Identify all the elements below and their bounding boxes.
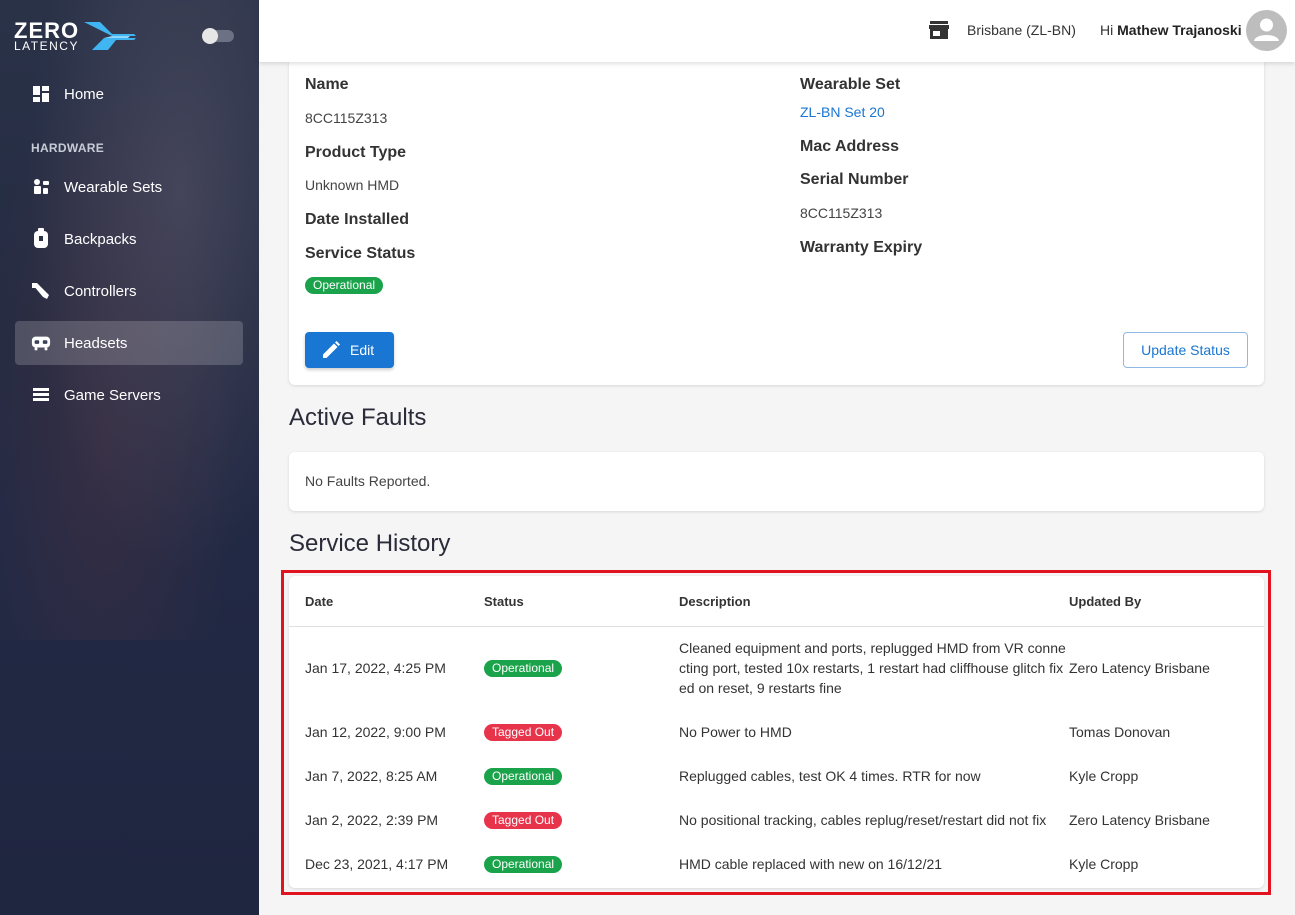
backpack-icon bbox=[31, 228, 51, 249]
sidebar-item-label: Backpacks bbox=[64, 230, 137, 248]
serial-number-label: Serial Number bbox=[800, 171, 909, 188]
column-header-date: Date bbox=[305, 594, 334, 609]
column-header-status: Status bbox=[484, 594, 524, 609]
edit-button[interactable]: Edit bbox=[305, 332, 394, 368]
row-description: No Power to HMD bbox=[679, 724, 792, 740]
column-header-updated-by: Updated By bbox=[1069, 594, 1142, 609]
wearable-set-label: Wearable Set bbox=[800, 76, 901, 93]
row-date: Dec 23, 2021, 4:17 PM bbox=[305, 856, 449, 872]
product-type-value: Unknown HMD bbox=[305, 177, 400, 193]
active-faults-title: Active Faults bbox=[289, 404, 427, 431]
headset-detail-card: Name 8CC115Z313 Product Type Unknown HMD… bbox=[289, 58, 1264, 385]
toggle-knob bbox=[202, 28, 218, 44]
name-label: Name bbox=[305, 76, 349, 93]
name-value: 8CC115Z313 bbox=[305, 110, 388, 126]
location-selector[interactable]: Brisbane (ZL-BN) bbox=[967, 22, 1076, 38]
column-header-description: Description bbox=[679, 594, 751, 609]
sidebar-item-controllers[interactable]: Controllers bbox=[15, 269, 243, 313]
pencil-icon bbox=[322, 341, 340, 359]
user-icon bbox=[1254, 18, 1279, 41]
status-badge: Operational bbox=[484, 660, 563, 677]
nav-section-hardware: HARDWARE bbox=[31, 141, 105, 155]
controller-icon bbox=[31, 281, 51, 301]
row-updated-by: Kyle Cropp bbox=[1069, 768, 1139, 784]
status-badge: Operational bbox=[484, 768, 563, 785]
avatar[interactable] bbox=[1246, 10, 1287, 51]
row-date: Jan 17, 2022, 4:25 PM bbox=[305, 660, 446, 676]
greeting-prefix: Hi bbox=[1100, 22, 1114, 38]
brand-line2: LATENCY bbox=[14, 39, 79, 53]
serial-number-value: 8CC115Z313 bbox=[800, 205, 883, 221]
sidebar-item-backpacks[interactable]: Backpacks bbox=[15, 217, 243, 261]
service-history-title: Service History bbox=[289, 530, 451, 557]
sidebar-item-label: Headsets bbox=[64, 334, 128, 352]
sidebar-item-label: Controllers bbox=[64, 282, 137, 300]
row-updated-by: Zero Latency Brisbane bbox=[1069, 660, 1210, 676]
header-divider bbox=[289, 626, 1264, 627]
sidebar: ZERO LATENCY Home HARDWARE Wearable Sets… bbox=[0, 0, 259, 915]
row-description: HMD cable replaced with new on 16/12/21 bbox=[679, 856, 943, 872]
dashboard-icon bbox=[31, 84, 51, 104]
update-status-button[interactable]: Update Status bbox=[1123, 332, 1248, 368]
date-installed-label: Date Installed bbox=[305, 211, 410, 228]
row-updated-by: Kyle Cropp bbox=[1069, 856, 1139, 872]
status-badge: Tagged Out bbox=[484, 812, 563, 829]
user-greeting: Hi Mathew Trajanoski bbox=[1100, 22, 1242, 38]
active-faults-card: No Faults Reported. bbox=[289, 452, 1264, 511]
user-name: Mathew Trajanoski bbox=[1117, 22, 1242, 38]
product-type-label: Product Type bbox=[305, 144, 407, 161]
sidebar-item-label: Wearable Sets bbox=[64, 178, 163, 196]
top-bar: Brisbane (ZL-BN) Hi Mathew Trajanoski bbox=[259, 0, 1295, 62]
row-date: Jan 2, 2022, 2:39 PM bbox=[305, 812, 439, 828]
row-date: Jan 7, 2022, 8:25 AM bbox=[305, 768, 438, 784]
theme-toggle[interactable] bbox=[202, 28, 234, 44]
server-icon bbox=[31, 385, 51, 405]
status-badge: Operational bbox=[484, 856, 563, 873]
row-date: Jan 12, 2022, 9:00 PM bbox=[305, 724, 446, 740]
row-description: Replugged cables, test OK 4 times. RTR f… bbox=[679, 768, 981, 784]
service-status-label: Service Status bbox=[305, 245, 416, 262]
mac-address-label: Mac Address bbox=[800, 138, 899, 155]
warranty-expiry-label: Warranty Expiry bbox=[800, 239, 923, 256]
wearable-icon bbox=[31, 177, 51, 197]
wing-logo-icon bbox=[84, 22, 136, 50]
status-badge: Tagged Out bbox=[484, 724, 563, 741]
sidebar-item-label: Game Servers bbox=[64, 386, 161, 404]
brand-logo[interactable]: ZERO LATENCY bbox=[14, 18, 139, 54]
sidebar-item-headsets[interactable]: Headsets bbox=[15, 321, 243, 365]
wearable-set-link[interactable]: ZL-BN Set 20 bbox=[800, 104, 885, 120]
row-updated-by: Tomas Donovan bbox=[1069, 724, 1171, 740]
no-faults-text: No Faults Reported. bbox=[305, 473, 431, 489]
edit-label: Edit bbox=[350, 342, 375, 358]
row-description: Cleaned equipment and ports, replugged H… bbox=[679, 640, 1066, 696]
store-icon[interactable] bbox=[929, 21, 949, 44]
row-description: No positional tracking, cables replug/re… bbox=[679, 812, 1047, 828]
sidebar-item-label: Home bbox=[64, 85, 105, 103]
sidebar-item-wearable-sets[interactable]: Wearable Sets bbox=[15, 165, 243, 209]
sidebar-item-game-servers[interactable]: Game Servers bbox=[15, 373, 243, 417]
headset-icon bbox=[31, 333, 51, 353]
status-badge: Operational bbox=[305, 277, 384, 294]
row-updated-by: Zero Latency Brisbane bbox=[1069, 812, 1210, 828]
service-history-table: Date Status Description Updated By Jan 1… bbox=[289, 576, 1264, 888]
sidebar-item-home[interactable]: Home bbox=[15, 72, 243, 116]
